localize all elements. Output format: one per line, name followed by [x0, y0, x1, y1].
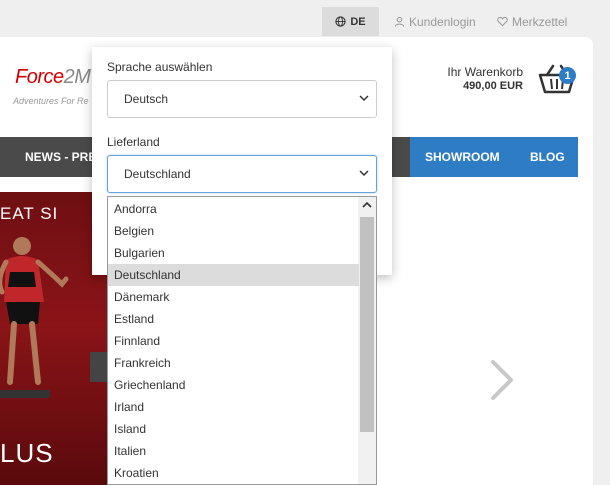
globe-icon: [335, 16, 346, 27]
wishlist-label: Merkzettel: [512, 14, 568, 29]
customer-login-label: Kundenlogin: [409, 14, 476, 29]
country-option[interactable]: Estland: [108, 308, 359, 330]
listbox-scroll-thumb[interactable]: [360, 217, 374, 432]
chevron-down-icon: [359, 170, 369, 177]
heart-icon: [497, 16, 508, 27]
country-option[interactable]: Deutschland: [108, 264, 359, 286]
country-option[interactable]: Island: [108, 418, 359, 440]
country-option[interactable]: Andorra: [108, 198, 359, 220]
listbox-scrollbar[interactable]: [358, 197, 376, 484]
hero-heading-bottom: LUS: [0, 438, 54, 468]
country-option[interactable]: Griechenland: [108, 374, 359, 396]
nav-item-showroom[interactable]: SHOWROOM: [425, 137, 500, 177]
logo-text-force: Force: [15, 66, 64, 88]
country-option[interactable]: Italien: [108, 440, 359, 462]
country-select[interactable]: Deutschland: [107, 155, 377, 193]
site-tagline: Adventures For Re: [13, 96, 89, 106]
country-select-value: Deutschland: [124, 167, 191, 181]
nav-item-news[interactable]: NEWS - PRE: [25, 137, 96, 177]
logo-text-2m: 2M: [63, 66, 91, 88]
scroll-up-icon[interactable]: [362, 201, 372, 208]
chevron-right-icon[interactable]: [488, 358, 516, 402]
country-option[interactable]: Belgien: [108, 220, 359, 242]
customer-login-link[interactable]: Kundenlogin: [394, 7, 476, 36]
nav-item-blog[interactable]: BLOG: [530, 137, 565, 177]
country-option[interactable]: Kroatien: [108, 462, 359, 484]
language-button-label: DE: [350, 15, 366, 28]
language-button[interactable]: DE: [322, 7, 379, 36]
country-option[interactable]: Finnland: [108, 330, 359, 352]
country-option[interactable]: Bulgarien: [108, 242, 359, 264]
cart-label[interactable]: Ihr Warenkorb: [430, 65, 523, 79]
country-option[interactable]: Irland: [108, 396, 359, 418]
wishlist-link[interactable]: Merkzettel: [497, 7, 567, 36]
country-option[interactable]: Frankreich: [108, 352, 359, 374]
cart-count-badge: 1: [559, 67, 576, 84]
country-listbox[interactable]: Andorra Belgien Bulgarien Deutschland Dänema…: [107, 196, 377, 485]
country-option[interactable]: Dänemark: [108, 286, 359, 308]
language-select[interactable]: Deutsch: [107, 80, 377, 118]
chevron-down-icon: [359, 95, 369, 102]
site-logo[interactable]: Force2M: [15, 66, 91, 89]
top-utility-bar: DE Kundenlogin Merkzettel: [0, 0, 610, 38]
language-select-value: Deutsch: [124, 92, 169, 106]
language-select-label: Sprache auswählen: [107, 60, 213, 74]
cart-total[interactable]: 490,00 EUR: [430, 80, 523, 92]
country-select-label: Lieferland: [107, 135, 160, 149]
user-icon: [394, 16, 405, 27]
hero-heading-top: EAT SI: [0, 204, 59, 223]
nav-bar-middle: [392, 137, 410, 177]
